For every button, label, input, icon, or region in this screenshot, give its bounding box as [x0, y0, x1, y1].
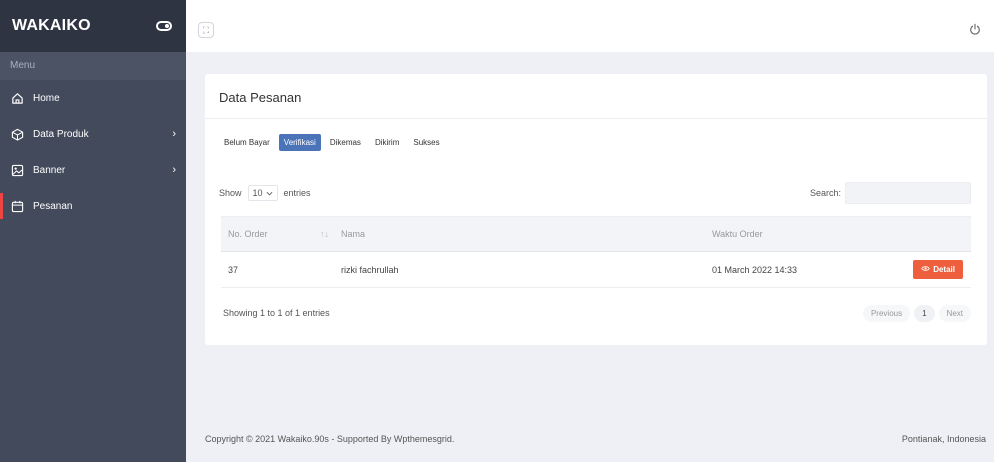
divider [205, 118, 987, 119]
footer-location: Pontianak, Indonesia [901, 434, 986, 444]
brand-logo[interactable]: WAKAIKO [12, 17, 91, 35]
sort-icon: ↑↓ [320, 229, 329, 239]
sidebar-item-pesanan[interactable]: Pesanan [0, 188, 186, 224]
column-header-label: No. Order [228, 229, 268, 239]
column-header-nama[interactable]: Nama [333, 216, 706, 252]
table-header-row: No. Order ↑↓ Nama Waktu Order [221, 216, 971, 252]
tab-dikemas[interactable]: Dikemas [325, 134, 366, 151]
table-info: Showing 1 to 1 of 1 entries [223, 308, 330, 318]
tab-dikirim[interactable]: Dikirim [370, 134, 404, 151]
cell-action: Detail [863, 251, 971, 288]
entries-length-control: Show 10 entries [219, 185, 311, 201]
tab-verifikasi[interactable]: Verifikasi [278, 134, 321, 151]
sidebar-toggle-icon[interactable] [156, 21, 172, 31]
column-header-action [863, 216, 971, 252]
eye-icon [921, 265, 930, 274]
pagination-page-button[interactable]: 1 [914, 305, 935, 322]
cell-no-order: 37 [221, 251, 333, 288]
page-title: Data Pesanan [219, 90, 302, 105]
entries-select[interactable]: 10 [247, 185, 278, 201]
power-icon[interactable] [968, 22, 982, 36]
image-icon [10, 163, 24, 177]
box-icon [10, 127, 24, 141]
fullscreen-icon[interactable]: ⛶ [198, 22, 214, 38]
tab-sukses[interactable]: Sukses [408, 134, 444, 151]
calendar-icon [10, 199, 24, 213]
entries-select-value: 10 [252, 188, 263, 198]
show-label: Show [219, 188, 242, 198]
pagination: Previous 1 Next [862, 305, 971, 322]
table-row: 37 rizki fachrullah 01 March 2022 14:33 … [221, 251, 971, 288]
sidebar-item-home[interactable]: Home [0, 80, 186, 116]
sidebar-item-label: Banner [33, 164, 66, 176]
status-tabs: Belum Bayar Verifikasi Dikemas Dikirim S… [219, 134, 445, 151]
detail-button[interactable]: Detail [913, 260, 963, 279]
cell-nama: rizki fachrullah [333, 251, 706, 288]
cell-waktu-order: 01 March 2022 14:33 [706, 251, 863, 288]
column-header-no-order[interactable]: No. Order ↑↓ [221, 216, 333, 252]
column-header-waktu-order[interactable]: Waktu Order [706, 216, 863, 252]
footer-copyright: Copyright © 2021 Wakaiko.90s - Supported… [205, 434, 455, 444]
column-header-label: Waktu Order [712, 229, 763, 239]
brand-bar: WAKAIKO [0, 0, 186, 52]
sidebar-item-banner[interactable]: Banner › [0, 152, 186, 188]
sidebar: WAKAIKO Menu Home Data Produk › Banner ›… [0, 0, 186, 462]
sidebar-item-label: Pesanan [33, 200, 73, 212]
chevron-right-icon: › [172, 128, 176, 140]
detail-button-label: Detail [933, 265, 955, 274]
top-bar: ⛶ [186, 0, 994, 52]
sidebar-item-label: Home [33, 92, 60, 104]
sidebar-item-data-produk[interactable]: Data Produk › [0, 116, 186, 152]
orders-table: No. Order ↑↓ Nama Waktu Order 37 rizki f… [221, 216, 971, 288]
orders-card: Data Pesanan Belum Bayar Verifikasi Dike… [205, 74, 987, 345]
home-icon [10, 91, 24, 105]
pagination-previous-button[interactable]: Previous [862, 305, 911, 322]
sidebar-item-label: Data Produk [33, 128, 89, 140]
search-label: Search: [809, 188, 841, 198]
menu-heading: Menu [0, 52, 186, 80]
chevron-right-icon: › [172, 164, 176, 176]
column-header-label: Nama [341, 229, 366, 239]
search-input[interactable] [845, 182, 971, 204]
pagination-next-button[interactable]: Next [938, 305, 971, 322]
search-control: Search: [810, 182, 971, 204]
entries-label: entries [283, 188, 311, 198]
chevron-down-icon [266, 188, 273, 198]
tab-belum-bayar[interactable]: Belum Bayar [219, 134, 275, 151]
